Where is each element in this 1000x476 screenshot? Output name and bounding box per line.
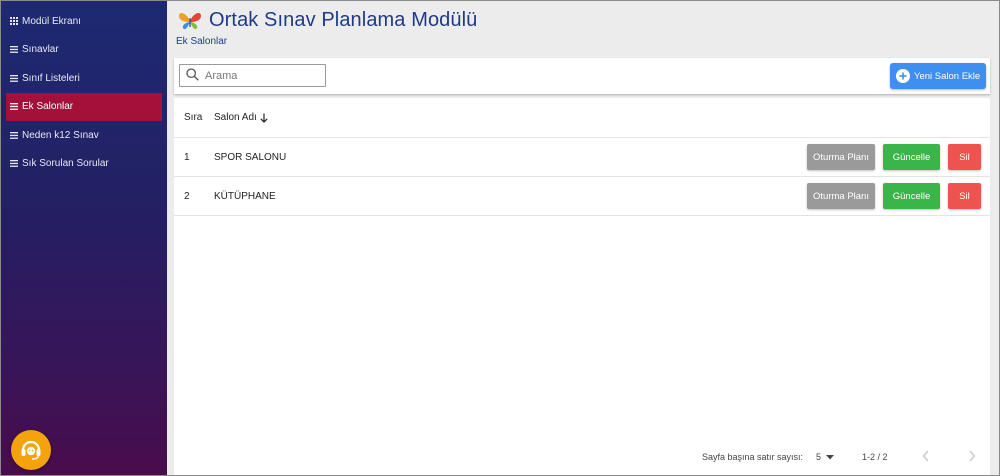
sidebar-item-neden-k12-sinav[interactable]: Neden k12 Sınav — [1, 121, 167, 150]
page-title: Ortak Sınav Planlama Modülü — [209, 9, 478, 31]
grid-icon — [10, 17, 18, 26]
main-content: Ortak Sınav Planlama Modülü Ek Salonlar … — [167, 1, 999, 475]
table-row: 2 KÜTÜPHANE Oturma Planı Güncelle Sil — [174, 177, 990, 216]
next-page-icon[interactable] — [968, 450, 976, 464]
column-header-name[interactable]: Salon Adı — [207, 112, 990, 123]
row-index: 2 — [184, 190, 190, 202]
sidebar-item-modul-ekrani[interactable]: Modül Ekranı — [1, 7, 167, 36]
search-icon — [186, 67, 199, 84]
sidebar-item-label: Neden k12 Sınav — [22, 129, 99, 141]
search-input[interactable] — [205, 69, 315, 82]
page-header: Ortak Sınav Planlama Modülü Ek Salonlar — [167, 1, 999, 58]
add-salon-button[interactable]: Yeni Salon Ekle — [890, 63, 986, 89]
rows-per-page-label: Sayfa başına satır sayısı: — [702, 452, 804, 462]
row-salon-name: KÜTÜPHANE — [214, 190, 276, 202]
sidebar-item-sinavlar[interactable]: Sınavlar — [1, 36, 167, 65]
sidebar-item-sik-sorulan-sorular[interactable]: Sık Sorulan Sorular — [1, 150, 167, 179]
update-button[interactable]: Güncelle — [883, 183, 940, 209]
delete-button[interactable]: Sil — [948, 183, 981, 209]
support-button[interactable] — [11, 430, 51, 470]
table-row: 1 SPOR SALONU Oturma Planı Güncelle Sil — [174, 138, 990, 177]
menu-icon — [10, 46, 18, 54]
sidebar-item-label: Sınıf Listeleri — [22, 72, 80, 84]
caret-down-icon — [826, 454, 835, 460]
sidebar-item-ek-salonlar[interactable]: Ek Salonlar — [6, 92, 162, 121]
menu-icon — [10, 160, 18, 168]
sidebar-item-sinif-listeleri[interactable]: Sınıf Listeleri — [1, 64, 167, 93]
pagination: Sayfa başına satır sayısı: 5 1-2 / 2 — [174, 437, 990, 475]
sidebar-item-label: Sık Sorulan Sorular — [22, 158, 109, 170]
seating-plan-button[interactable]: Oturma Planı — [807, 183, 875, 209]
column-header-index[interactable]: Sıra — [174, 112, 207, 123]
menu-icon — [10, 74, 18, 82]
headset-icon — [18, 436, 44, 465]
salon-table: Sıra Salon Adı 1 SPOR SALONU Oturma Plan… — [174, 98, 990, 475]
sidebar-item-label: Modül Ekranı — [22, 15, 81, 27]
row-salon-name: SPOR SALONU — [214, 151, 287, 163]
menu-icon — [10, 131, 18, 139]
breadcrumb: Ek Salonlar — [176, 36, 228, 47]
menu-icon — [10, 103, 18, 111]
search-box[interactable] — [179, 64, 326, 87]
sidebar-item-label: Ek Salonlar — [22, 101, 74, 113]
update-button[interactable]: Güncelle — [883, 144, 940, 170]
seating-plan-button[interactable]: Oturma Planı — [807, 144, 875, 170]
butterfly-logo-icon — [177, 10, 203, 32]
rows-per-page-select[interactable]: 5 — [816, 452, 835, 462]
toolbar: Yeni Salon Ekle — [174, 58, 990, 94]
sidebar-item-label: Sınavlar — [22, 44, 59, 56]
plus-circle-icon — [896, 69, 910, 83]
sort-arrow-down-icon — [260, 113, 268, 123]
page-range: 1-2 / 2 — [862, 452, 888, 462]
delete-button[interactable]: Sil — [948, 144, 981, 170]
table-header: Sıra Salon Adı — [174, 98, 990, 138]
app-window: Modül Ekranı Sınavlar Sınıf Listeleri Ek… — [0, 0, 1000, 476]
previous-page-icon[interactable] — [922, 450, 930, 464]
sidebar: Modül Ekranı Sınavlar Sınıf Listeleri Ek… — [1, 1, 167, 475]
add-salon-label: Yeni Salon Ekle — [914, 70, 981, 82]
row-index: 1 — [184, 151, 190, 163]
